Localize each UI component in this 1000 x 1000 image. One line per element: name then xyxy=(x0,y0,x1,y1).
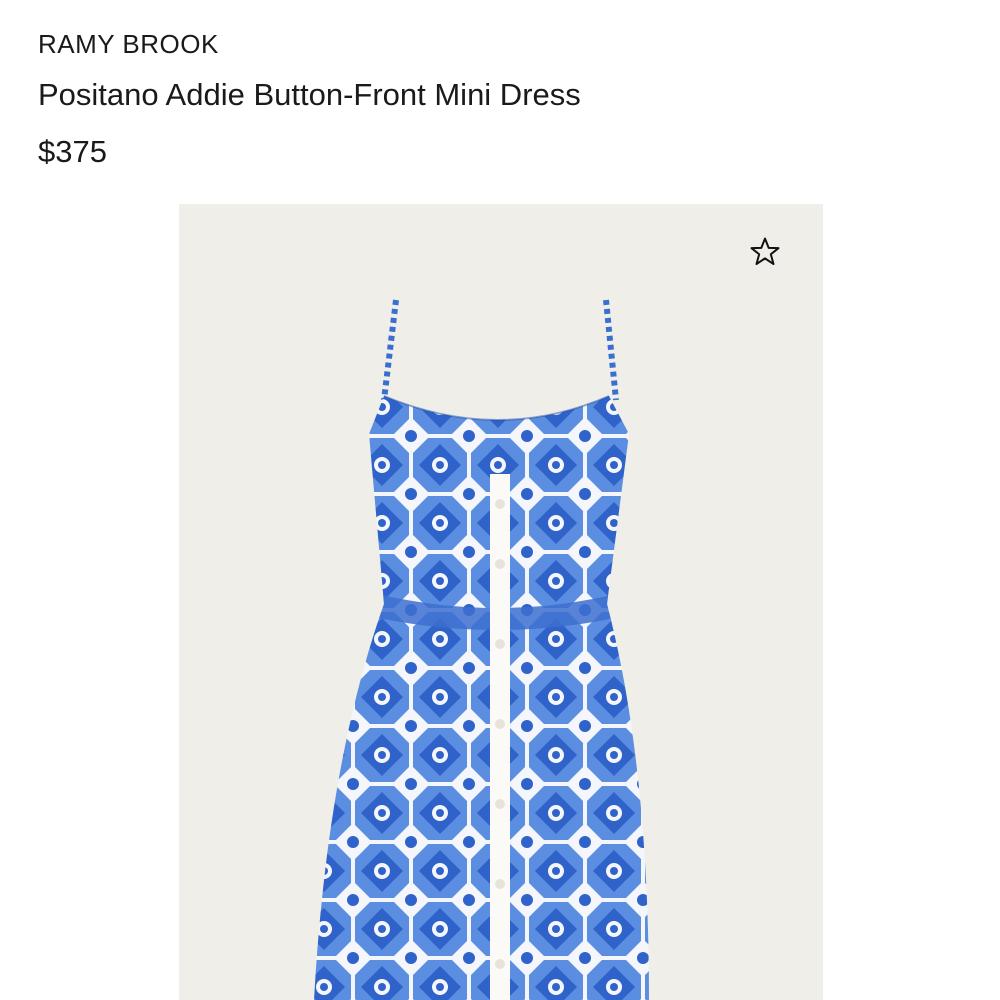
product-title: Positano Addie Button-Front Mini Dress xyxy=(38,77,581,112)
left-strap xyxy=(381,299,399,401)
star-outline-icon xyxy=(750,237,780,266)
favorite-button[interactable] xyxy=(747,234,783,270)
dress-photo xyxy=(314,299,649,1000)
brand-name[interactable]: RAMY BROOK xyxy=(38,29,219,60)
product-price: $375 xyxy=(38,134,107,169)
right-strap xyxy=(603,299,619,401)
product-image[interactable] xyxy=(179,204,823,1000)
